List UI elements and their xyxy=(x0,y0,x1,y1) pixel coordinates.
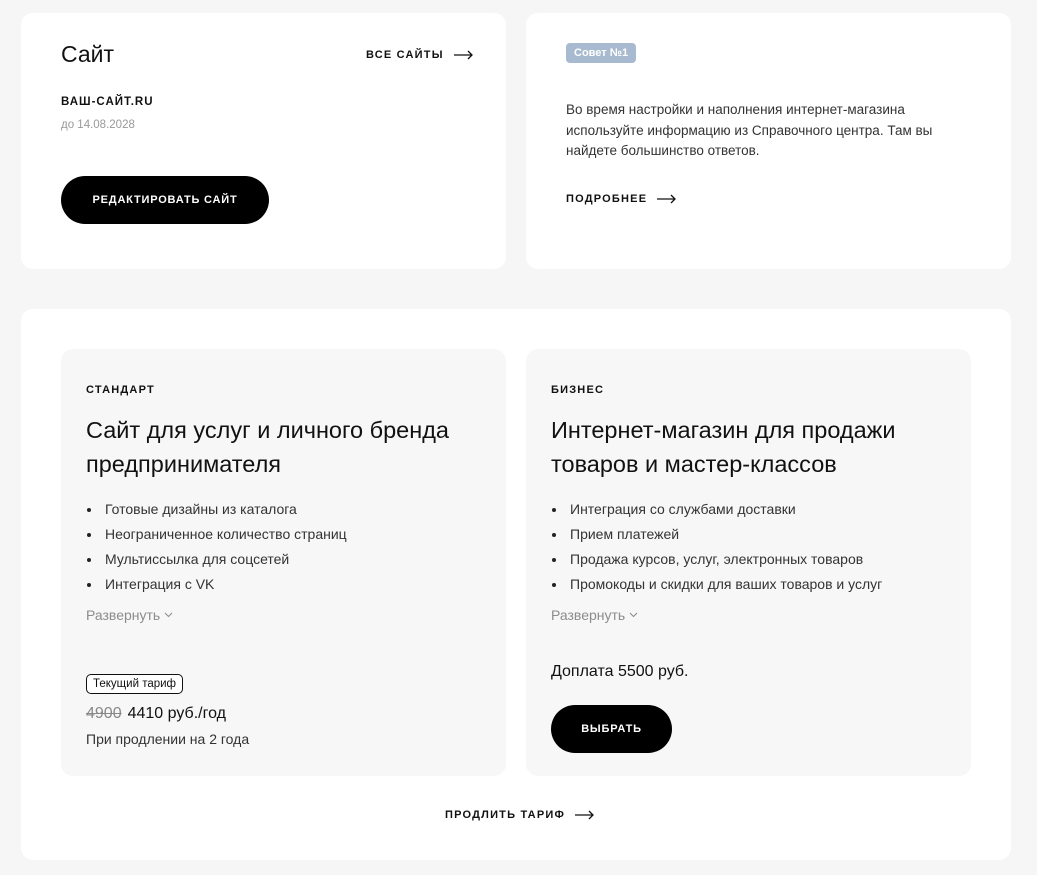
old-price: 4900 xyxy=(86,705,122,722)
site-domain: ВАШ-САЙТ.RU xyxy=(61,96,154,108)
price-note: При продлении на 2 года xyxy=(86,731,250,747)
list-item: Промокоды и скидки для ваших товаров и у… xyxy=(551,572,882,597)
all-sites-link[interactable]: ВСЕ САЙТЫ xyxy=(366,49,474,61)
edit-site-label: РЕДАКТИРОВАТЬ САЙТ xyxy=(92,194,238,206)
plan-features: Интеграция со службами доставки Прием пл… xyxy=(551,497,882,597)
list-item: Продажа курсов, услуг, электронных товар… xyxy=(551,547,882,572)
tip-badge: Совет №1 xyxy=(566,43,637,63)
all-sites-label: ВСЕ САЙТЫ xyxy=(366,49,444,61)
chevron-down-icon xyxy=(629,612,638,618)
more-link[interactable]: ПОДРОБНЕЕ xyxy=(566,193,677,205)
expand-link[interactable]: Развернуть xyxy=(551,607,638,623)
plans-card: СТАНДАРТ Сайт для услуг и личного бренда… xyxy=(21,309,1011,860)
select-plan-label: ВЫБРАТЬ xyxy=(581,723,642,735)
arrow-right-icon xyxy=(657,194,677,204)
plan-tag: БИЗНЕС xyxy=(551,384,605,396)
expand-label: Развернуть xyxy=(86,607,161,623)
surcharge: Доплата 5500 руб. xyxy=(551,663,689,680)
price-line: 4900 4410 руб./год xyxy=(86,705,226,723)
current-price: 4410 руб./год xyxy=(127,705,226,722)
tip-card: Совет №1 Во время настройки и наполнения… xyxy=(526,13,1011,269)
plan-features: Готовые дизайны из каталога Неограниченн… xyxy=(86,497,347,597)
list-item: Интеграция со службами доставки xyxy=(551,497,882,522)
arrow-right-icon xyxy=(453,50,473,60)
chevron-down-icon xyxy=(164,612,173,618)
extend-plan-label: ПРОДЛИТЬ ТАРИФ xyxy=(445,809,566,821)
list-item: Прием платежей xyxy=(551,522,882,547)
tip-text: Во время настройки и наполнения интернет… xyxy=(566,102,933,158)
plan-standard: СТАНДАРТ Сайт для услуг и личного бренда… xyxy=(61,349,506,776)
list-item: Мультиссылка для соцсетей xyxy=(86,547,347,572)
more-label: ПОДРОБНЕЕ xyxy=(566,193,648,205)
select-plan-button[interactable]: ВЫБРАТЬ xyxy=(551,705,672,753)
plan-tag: СТАНДАРТ xyxy=(86,384,155,396)
site-card: Сайт ВСЕ САЙТЫ ВАШ-САЙТ.RU до 14.08.2028… xyxy=(21,13,506,269)
edit-site-button[interactable]: РЕДАКТИРОВАТЬ САЙТ xyxy=(61,176,269,224)
extend-plan-link[interactable]: ПРОДЛИТЬ ТАРИФ xyxy=(445,809,595,821)
plan-title: Сайт для услуг и личного бренда предприн… xyxy=(86,417,449,477)
expand-link[interactable]: Развернуть xyxy=(86,607,173,623)
arrow-right-icon xyxy=(575,810,594,820)
site-valid-until: до 14.08.2028 xyxy=(61,119,135,131)
current-plan-badge: Текущий тариф xyxy=(86,674,184,694)
plan-title: Интернет-магазин для продажи товаров и м… xyxy=(551,417,896,477)
site-title: Сайт xyxy=(61,41,115,67)
list-item: Неограниченное количество страниц xyxy=(86,522,347,547)
list-item: Готовые дизайны из каталога xyxy=(86,497,347,522)
list-item: Интеграция с VK xyxy=(86,572,347,597)
plan-business: БИЗНЕС Интернет-магазин для продажи това… xyxy=(526,349,971,776)
expand-label: Развернуть xyxy=(551,607,626,623)
